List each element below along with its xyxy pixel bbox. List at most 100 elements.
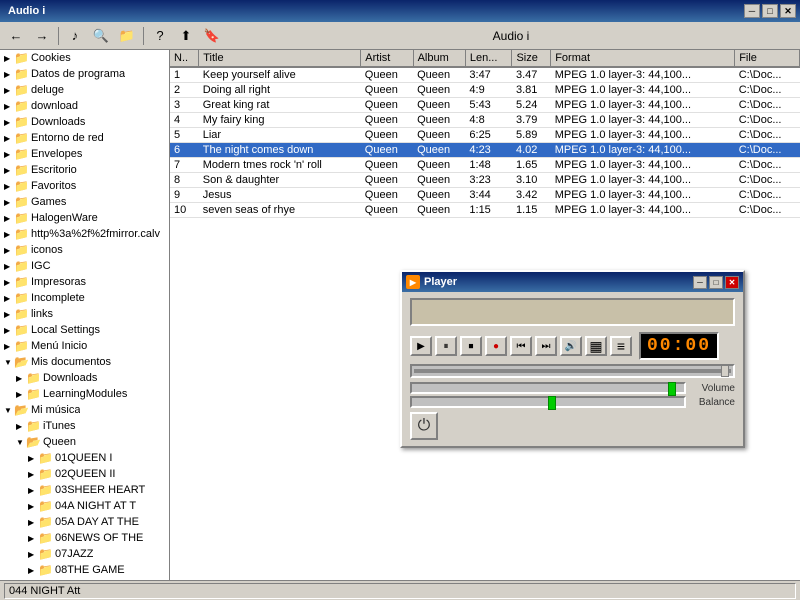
table-row[interactable]: 6The night comes downQueenQueen4:234.02M…: [170, 143, 800, 158]
sidebar-item[interactable]: ▼📂Queen: [0, 434, 169, 450]
sidebar[interactable]: ▶📁Cookies▶📁Datos de programa▶📁deluge▶📁do…: [0, 50, 170, 580]
sidebar-item[interactable]: ▶📁07JAZZ: [0, 546, 169, 562]
forward-button[interactable]: →: [30, 25, 54, 47]
sidebar-item[interactable]: ▶📁Menú Inicio: [0, 338, 169, 354]
volume-slider[interactable]: [410, 382, 686, 394]
expand-icon[interactable]: ▶: [4, 134, 14, 143]
sidebar-item[interactable]: ▶📁01QUEEN I: [0, 450, 169, 466]
progress-thumb[interactable]: [721, 365, 729, 377]
power-button[interactable]: ⏻: [410, 412, 438, 440]
expand-icon[interactable]: ▶: [4, 310, 14, 319]
sidebar-item[interactable]: ▶📁04A NIGHT AT T: [0, 498, 169, 514]
table-header[interactable]: Size: [512, 50, 551, 67]
nav-button[interactable]: 🔖: [200, 25, 224, 47]
record-button[interactable]: ●: [485, 336, 507, 356]
volume-thumb[interactable]: [668, 382, 676, 396]
expand-icon[interactable]: ▶: [4, 246, 14, 255]
sidebar-item[interactable]: ▶📁Impresoras: [0, 274, 169, 290]
expand-icon[interactable]: ▼: [4, 406, 14, 415]
sidebar-item[interactable]: ▶📁Downloads: [0, 114, 169, 130]
up-button[interactable]: ⬆: [174, 25, 198, 47]
maximize-button[interactable]: □: [762, 4, 778, 18]
back-button[interactable]: ←: [4, 25, 28, 47]
table-row[interactable]: 7Modern tmes rock 'n' rollQueenQueen1:48…: [170, 158, 800, 173]
table-header[interactable]: Title: [199, 50, 361, 67]
expand-icon[interactable]: ▶: [4, 342, 14, 351]
expand-icon[interactable]: ▶: [4, 326, 14, 335]
expand-icon[interactable]: ▶: [4, 278, 14, 287]
expand-icon[interactable]: ▶: [4, 230, 14, 239]
expand-icon[interactable]: ▶: [4, 182, 14, 191]
volume-button[interactable]: 🔊: [560, 336, 582, 356]
expand-icon[interactable]: ▶: [4, 102, 14, 111]
player-minimize-button[interactable]: ─: [693, 276, 707, 289]
sidebar-item[interactable]: ▶📁iTunes: [0, 418, 169, 434]
expand-icon[interactable]: ▶: [16, 422, 26, 431]
sidebar-item[interactable]: ▶📁HalogenWare: [0, 210, 169, 226]
expand-icon[interactable]: ▶: [28, 534, 38, 543]
progress-bar[interactable]: [410, 364, 735, 378]
expand-icon[interactable]: ▶: [28, 470, 38, 479]
player-maximize-button[interactable]: □: [709, 276, 723, 289]
sidebar-item[interactable]: ▶📁03SHEER HEART: [0, 482, 169, 498]
expand-icon[interactable]: ▶: [4, 198, 14, 207]
sidebar-item[interactable]: ▶📁Entorno de red: [0, 130, 169, 146]
sidebar-item[interactable]: ▶📁Local Settings: [0, 322, 169, 338]
sidebar-item[interactable]: ▶📁08THE GAME: [0, 562, 169, 578]
equalizer-button[interactable]: ▦: [585, 336, 607, 356]
table-row[interactable]: 10seven seas of rhyeQueenQueen1:151.15MP…: [170, 203, 800, 218]
table-header[interactable]: Album: [413, 50, 465, 67]
search-button[interactable]: 🔍: [89, 25, 113, 47]
sidebar-item[interactable]: ▶📁06NEWS OF THE: [0, 530, 169, 546]
help-button[interactable]: ?: [148, 25, 172, 47]
sidebar-item[interactable]: ▶📁Incomplete: [0, 290, 169, 306]
expand-icon[interactable]: ▼: [16, 438, 26, 447]
expand-icon[interactable]: ▶: [4, 294, 14, 303]
music-button[interactable]: ♪: [63, 25, 87, 47]
sidebar-item[interactable]: ▶📁Downloads: [0, 370, 169, 386]
table-row[interactable]: 3Great king ratQueenQueen5:435.24MPEG 1.…: [170, 98, 800, 113]
sidebar-item[interactable]: ▼📂Mis documentos: [0, 354, 169, 370]
expand-icon[interactable]: ▶: [4, 86, 14, 95]
table-row[interactable]: 5LiarQueenQueen6:255.89MPEG 1.0 layer-3:…: [170, 128, 800, 143]
expand-icon[interactable]: ▶: [28, 518, 38, 527]
expand-icon[interactable]: ▶: [28, 502, 38, 511]
sidebar-item[interactable]: ▶📁iconos: [0, 242, 169, 258]
sidebar-item[interactable]: ▶📁Games: [0, 194, 169, 210]
expand-icon[interactable]: ▶: [4, 118, 14, 127]
sidebar-item[interactable]: ▶📁IGC: [0, 258, 169, 274]
table-header[interactable]: File: [735, 50, 800, 67]
close-button[interactable]: ✕: [780, 4, 796, 18]
expand-icon[interactable]: ▶: [4, 166, 14, 175]
table-row[interactable]: 1Keep yourself aliveQueenQueen3:473.47MP…: [170, 67, 800, 83]
expand-icon[interactable]: ▶: [16, 390, 26, 399]
expand-icon[interactable]: ▶: [4, 262, 14, 271]
sidebar-item[interactable]: ▶📁Datos de programa: [0, 66, 169, 82]
minimize-button[interactable]: ─: [744, 4, 760, 18]
sidebar-item[interactable]: ▼📂Mi música: [0, 402, 169, 418]
pause-button[interactable]: ⏸: [435, 336, 457, 356]
table-row[interactable]: 4My fairy kingQueenQueen4:83.79MPEG 1.0 …: [170, 113, 800, 128]
sidebar-item[interactable]: ▶📁links: [0, 306, 169, 322]
balance-slider[interactable]: [410, 396, 686, 408]
expand-icon[interactable]: ▶: [4, 54, 14, 63]
rewind-button[interactable]: ⏮: [510, 336, 532, 356]
sidebar-item[interactable]: ▶📁http%3a%2f%2fmirror.calv: [0, 226, 169, 242]
table-header[interactable]: Artist: [361, 50, 413, 67]
sidebar-item[interactable]: ▶📁LearningModules: [0, 386, 169, 402]
expand-icon[interactable]: ▶: [28, 566, 38, 575]
sidebar-item[interactable]: ▶📁Envelopes: [0, 146, 169, 162]
expand-icon[interactable]: ▶: [28, 486, 38, 495]
sidebar-item[interactable]: ▶📁02QUEEN II: [0, 466, 169, 482]
table-header[interactable]: N..: [170, 50, 199, 67]
folder-button[interactable]: 📁: [115, 25, 139, 47]
table-header[interactable]: Len...: [465, 50, 512, 67]
table-row[interactable]: 9JesusQueenQueen3:443.42MPEG 1.0 layer-3…: [170, 188, 800, 203]
player-close-button[interactable]: ✕: [725, 276, 739, 289]
sidebar-item[interactable]: ▶📁Escritorio: [0, 162, 169, 178]
expand-icon[interactable]: ▶: [28, 550, 38, 559]
expand-icon[interactable]: ▶: [4, 70, 14, 79]
expand-icon[interactable]: ▶: [4, 214, 14, 223]
table-row[interactable]: 2Doing all rightQueenQueen4:93.81MPEG 1.…: [170, 83, 800, 98]
play-button[interactable]: ▶: [410, 336, 432, 356]
